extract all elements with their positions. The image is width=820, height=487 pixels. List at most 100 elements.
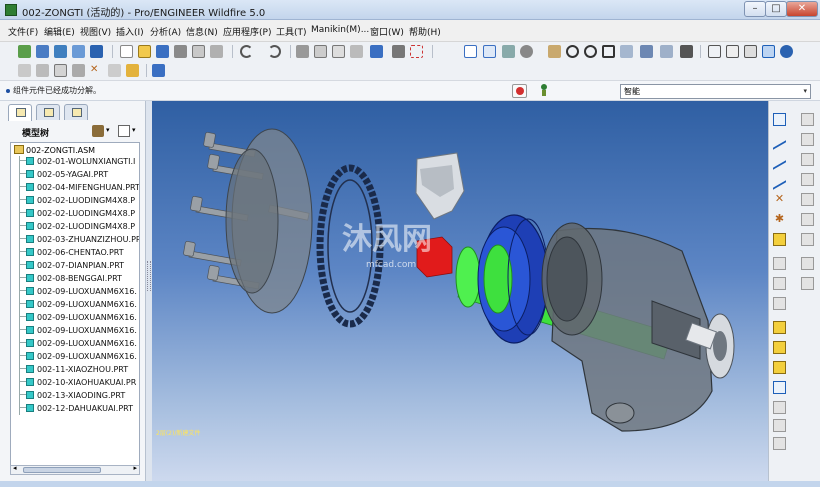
tree-item[interactable]: 002-06-CHENTAO.PRT (19, 248, 124, 261)
merge-icon[interactable] (773, 419, 786, 432)
copy-file-icon[interactable] (192, 45, 205, 58)
tree-item[interactable]: 002-09-LUOXUANM6X16. (19, 300, 137, 313)
coordinate-icon[interactable]: ✱ (773, 213, 786, 226)
scroll-thumb[interactable] (23, 467, 101, 473)
blend-icon[interactable] (801, 193, 814, 206)
rib-icon[interactable] (801, 257, 814, 270)
cut-icon[interactable] (296, 45, 309, 58)
tree-item[interactable]: 002-12-DAHUAKUAI.PRT (19, 404, 133, 417)
assemble-icon[interactable] (773, 321, 786, 334)
rectangle-icon[interactable] (773, 129, 786, 150)
copy-icon[interactable] (314, 45, 327, 58)
mirror-icon[interactable] (773, 401, 786, 414)
print-icon[interactable] (174, 45, 187, 58)
orient-mode-icon[interactable] (502, 45, 515, 58)
menu-applications[interactable]: 应用程序(P) (223, 25, 271, 38)
tree-item[interactable]: 002-02-LUODINGM4X8.P (19, 196, 135, 209)
maximize-button[interactable]: □ (765, 1, 787, 17)
tab-folder-browser[interactable] (36, 104, 60, 120)
regen-manager-icon[interactable] (370, 45, 383, 58)
datum-axis-icon[interactable] (36, 64, 49, 77)
tree-horizontal-scrollbar[interactable]: ◂ ▸ (10, 464, 140, 475)
layers-icon[interactable] (660, 45, 673, 58)
undo-icon[interactable] (240, 45, 253, 58)
chevron-down-icon[interactable]: ▾ (106, 126, 110, 134)
saved-views-icon[interactable] (640, 45, 653, 58)
paste-special-icon[interactable] (350, 45, 363, 58)
settings-icon[interactable] (92, 125, 104, 137)
tree-item[interactable]: 002-02-LUODINGM4X8.P (19, 209, 135, 222)
menu-analysis[interactable]: 分析(A) (150, 25, 181, 38)
menu-help[interactable]: 帮助(H) (409, 25, 441, 38)
tree-item[interactable]: 002-07-DIANPIAN.PRT (19, 261, 124, 274)
menu-window[interactable]: 窗口(W) (370, 25, 404, 38)
tree-item[interactable]: 002-09-LUOXUANM6X16. (19, 339, 137, 352)
plane-icon[interactable] (801, 113, 814, 126)
stop-regen-button[interactable] (512, 84, 527, 98)
hole-icon[interactable] (801, 213, 814, 226)
graphics-window[interactable]: 沐风网 mfcad.com 2层(2)/新建文件 (152, 101, 768, 481)
view-manager-icon[interactable] (680, 45, 693, 58)
point-icon[interactable]: ✕ (773, 193, 786, 206)
splitter-grip[interactable] (147, 261, 151, 291)
datum-curve-icon[interactable] (54, 64, 67, 77)
minimize-button[interactable]: – (744, 1, 766, 17)
datum-icon[interactable] (72, 45, 85, 58)
no-hidden-icon[interactable] (744, 45, 757, 58)
zoom-out-icon[interactable] (584, 45, 597, 58)
csys-display-icon[interactable] (108, 64, 121, 77)
datum-point-icon[interactable] (72, 64, 85, 77)
repeat-icon[interactable] (773, 361, 786, 374)
create-icon[interactable] (773, 277, 786, 290)
tree-item[interactable]: 002-01-WOLUNXIANGTI.I (19, 157, 135, 170)
tree-item[interactable]: 002-08-BENGGAI.PRT (19, 274, 122, 287)
menu-tools[interactable]: 工具(T) (276, 25, 307, 38)
create-component-icon[interactable] (773, 341, 786, 354)
pattern-icon[interactable] (773, 381, 786, 394)
chevron-down-icon[interactable]: ▾ (132, 126, 136, 134)
hidden-line-icon[interactable] (726, 45, 739, 58)
axis-icon[interactable] (801, 133, 814, 146)
menu-manikin[interactable]: Manikin(M)... (311, 25, 369, 35)
save-icon[interactable] (156, 45, 169, 58)
select-box-icon[interactable] (410, 45, 423, 58)
tree-item[interactable]: 002-09-LUOXUANM6X16. (19, 326, 137, 339)
open-icon[interactable] (138, 45, 151, 58)
line-icon[interactable] (773, 149, 786, 170)
tree-root[interactable]: 002-ZONGTI.ASM (14, 145, 95, 157)
spin-center-icon[interactable] (483, 45, 496, 58)
menu-insert[interactable]: 插入(I) (116, 25, 144, 38)
enhanced-realism-icon[interactable] (780, 45, 793, 58)
tree-item[interactable]: 002-10-XIAOHUAKUAI.PR (19, 378, 136, 391)
feature-icon[interactable] (90, 45, 103, 58)
paste-icon[interactable] (332, 45, 345, 58)
reorient-icon[interactable] (620, 45, 633, 58)
appearance-icon[interactable] (520, 45, 533, 58)
part-icon[interactable] (54, 45, 67, 58)
annotation-icon[interactable] (126, 64, 139, 77)
email-icon[interactable] (210, 45, 223, 58)
sweep-icon[interactable] (801, 173, 814, 186)
new-file-icon[interactable] (120, 45, 133, 58)
scroll-right-icon[interactable]: ▸ (133, 464, 137, 472)
tree-item[interactable]: 002-09-LUOXUANM6X16. (19, 352, 137, 365)
tree-item[interactable]: 002-03-ZHUANZIZHOU.PR (19, 235, 139, 248)
point-display-icon[interactable]: ✕ (90, 64, 103, 77)
trim-icon[interactable] (773, 437, 786, 450)
menu-view[interactable]: 视图(V) (80, 25, 111, 38)
draft-icon[interactable] (801, 277, 814, 290)
component-icon[interactable] (773, 257, 786, 270)
revolve-icon[interactable] (801, 153, 814, 166)
close-button[interactable]: ✕ (786, 1, 818, 17)
tree-item[interactable]: 002-11-XIAOZHOU.PRT (19, 365, 128, 378)
menu-edit[interactable]: 编辑(E) (44, 25, 75, 38)
tree-item[interactable]: 002-04-MIFENGHUAN.PRT (19, 183, 139, 196)
analysis-icon[interactable] (773, 233, 786, 246)
pan-icon[interactable] (548, 45, 561, 58)
repaint-icon[interactable] (464, 45, 477, 58)
tree-item[interactable]: 002-09-LUOXUANM6X16. (19, 313, 137, 326)
menu-file[interactable]: 文件(F) (8, 25, 38, 38)
wireframe-icon[interactable] (708, 45, 721, 58)
package-icon[interactable] (773, 297, 786, 310)
zoom-in-icon[interactable] (566, 45, 579, 58)
